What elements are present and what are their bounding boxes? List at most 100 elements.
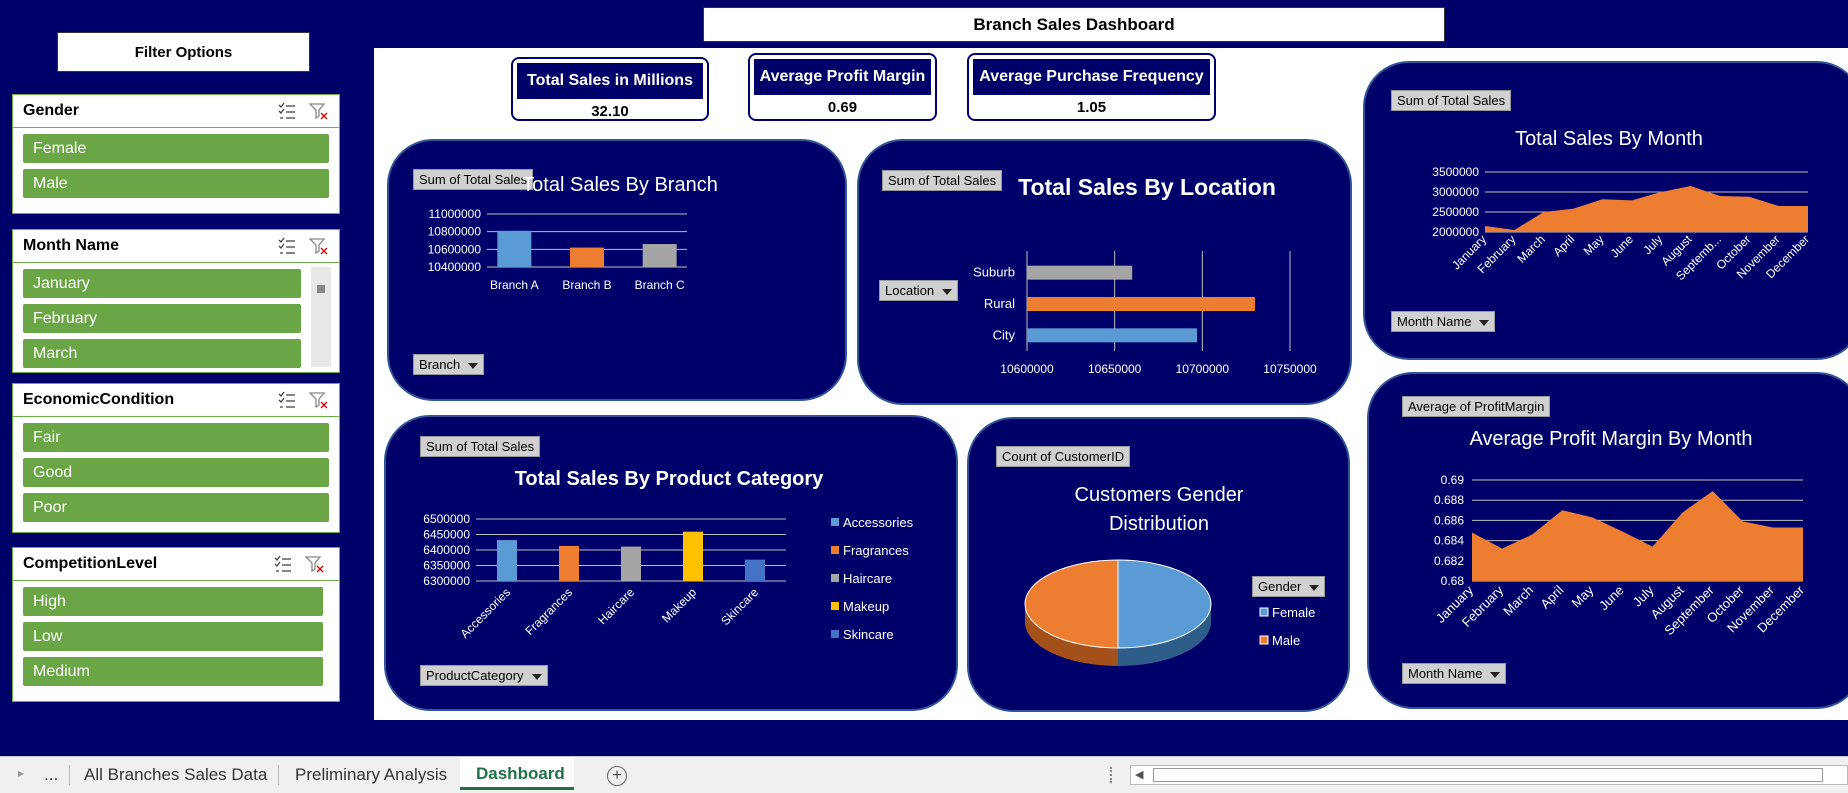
slicer-items: January February March	[13, 263, 339, 373]
month-slicer: Month Name January February March	[12, 229, 340, 373]
tab-divider	[278, 765, 279, 785]
bar	[745, 559, 765, 581]
legend-label: Accessories	[843, 515, 914, 530]
scroll-thumb[interactable]	[317, 285, 325, 293]
bar	[497, 540, 517, 581]
legend-swatch	[831, 602, 839, 610]
economic-condition-slicer: EconomicCondition Fair Good Poor	[12, 383, 340, 533]
x-tick-label: Skincare	[718, 585, 761, 628]
legend-swatch	[831, 518, 839, 526]
kpi-title: Average Purchase Frequency	[973, 59, 1210, 95]
competition-level-slicer: CompetitionLevel High Low Medium	[12, 547, 340, 702]
horizontal-scrollbar[interactable]: ◀	[1130, 765, 1848, 785]
tab-ellipsis[interactable]: ...	[44, 765, 58, 785]
slicer-item-high[interactable]: High	[23, 587, 323, 616]
branch-chart: Total Sales By Branch 10400000 10600000 108…	[428, 174, 718, 292]
tab-dashboard-active[interactable]: Dashboard	[460, 757, 574, 790]
bar	[1027, 265, 1133, 280]
location-chart: Total Sales By Location 10600000 10650000 1…	[973, 174, 1317, 376]
slicer-item-poor[interactable]: Poor	[23, 493, 329, 522]
x-tick-label: May	[1581, 232, 1607, 258]
y-tick-label: 0.686	[1434, 513, 1464, 527]
bar	[621, 546, 641, 581]
slicer-title: EconomicCondition	[23, 391, 175, 408]
slicer-item-low[interactable]: Low	[23, 622, 323, 651]
tab-dashboard-label: Dashboard	[476, 764, 565, 783]
slicer-item-february[interactable]: February	[23, 304, 301, 333]
clear-filter-icon[interactable]	[305, 554, 325, 574]
clear-filter-icon[interactable]	[309, 390, 329, 410]
y-tick-label: 3000000	[1432, 185, 1479, 199]
chart-title-line-2: Distribution	[1109, 513, 1209, 535]
y-tick-label: Rural	[984, 296, 1015, 311]
area-series	[1472, 491, 1803, 581]
y-tick-label: 6300000	[423, 574, 470, 588]
bar	[559, 545, 579, 581]
sheet-tab-bar: ▸ ... All Branches Sales Data Preliminar…	[0, 756, 1848, 793]
legend-label: Haircare	[843, 571, 892, 586]
y-tick-label: 10600000	[428, 242, 482, 256]
filter-options-title: Filter Options	[57, 32, 310, 72]
tab-all-branches-sales-data[interactable]: All Branches Sales Data	[84, 765, 267, 785]
area-series	[1485, 186, 1808, 232]
kpi-value: 1.05	[1076, 99, 1107, 116]
clear-filter-icon[interactable]	[309, 236, 329, 256]
slicer-item-female[interactable]: Female	[23, 134, 329, 163]
x-tick-label: Accessories	[457, 585, 513, 641]
kpi-title: Total Sales in Millions	[517, 63, 703, 99]
add-sheet-icon[interactable]: +	[607, 766, 627, 786]
bar	[683, 531, 703, 581]
tab-scroll-left-icon[interactable]: ▸	[18, 766, 24, 780]
gender-slicer: Gender Female Male	[12, 94, 340, 214]
slicer-title: Month Name	[23, 237, 119, 254]
y-tick-label: 3500000	[1432, 165, 1479, 179]
slicer-item-fair[interactable]: Fair	[23, 423, 329, 452]
slicer-title: CompetitionLevel	[23, 555, 158, 572]
legend-label: Skincare	[843, 627, 894, 642]
slicer-item-medium[interactable]: Medium	[23, 657, 323, 686]
y-tick-label: 6450000	[423, 528, 470, 542]
kpi-average-purchase-frequency: Average Purchase Frequency 1.05	[967, 53, 1216, 121]
scroll-thumb[interactable]	[1153, 768, 1823, 782]
y-tick-label: 6400000	[423, 543, 470, 557]
y-tick-label: 0.69	[1441, 473, 1465, 487]
kpi-value: 32.10	[591, 103, 629, 120]
y-tick-label: 6500000	[423, 512, 470, 526]
y-tick-label: 2500000	[1432, 205, 1479, 219]
chart-title: Total Sales By Branch	[522, 174, 718, 196]
multi-select-icon[interactable]	[277, 236, 297, 256]
y-tick-label: 0.682	[1434, 554, 1464, 568]
slicer-item-good[interactable]: Good	[23, 458, 329, 487]
legend-swatch	[831, 546, 839, 554]
x-tick-label: Fragrances	[522, 585, 575, 638]
x-tick-label: 10650000	[1088, 362, 1142, 376]
x-tick-label: March	[1500, 583, 1536, 619]
x-tick-label: May	[1569, 582, 1597, 610]
slicer-header: Month Name	[13, 230, 339, 263]
x-tick-label: Makeup	[659, 585, 699, 625]
multi-select-icon[interactable]	[277, 390, 297, 410]
scroll-left-icon[interactable]: ◀	[1135, 768, 1143, 781]
y-tick-label: City	[993, 327, 1016, 342]
multi-select-icon[interactable]	[277, 101, 297, 121]
x-tick-label: 10750000	[1263, 362, 1317, 376]
scrollbar[interactable]	[311, 267, 331, 367]
bar	[497, 230, 532, 267]
scrollbar-grip-icon[interactable]	[1110, 767, 1115, 783]
slicer-item-march[interactable]: March	[23, 339, 301, 368]
bar	[642, 244, 677, 267]
slicer-item-male[interactable]: Male	[23, 169, 329, 198]
x-tick-label: June	[1596, 583, 1627, 614]
y-tick-label: 11000000	[429, 207, 482, 221]
slicer-item-january[interactable]: January	[23, 269, 301, 298]
x-tick-label: Branch C	[635, 278, 685, 292]
x-tick-label: March	[1514, 232, 1547, 265]
clear-filter-icon[interactable]	[309, 101, 329, 121]
multi-select-icon[interactable]	[273, 554, 293, 574]
margin-chart: Average Profit Margin By Month0.680.6820…	[1433, 428, 1808, 638]
legend-swatch	[1259, 635, 1269, 645]
kpi-value: 0.69	[827, 99, 858, 116]
legend-swatch	[1259, 607, 1269, 617]
tab-preliminary-analysis[interactable]: Preliminary Analysis	[295, 765, 447, 785]
slicer-header: Gender	[13, 95, 339, 128]
